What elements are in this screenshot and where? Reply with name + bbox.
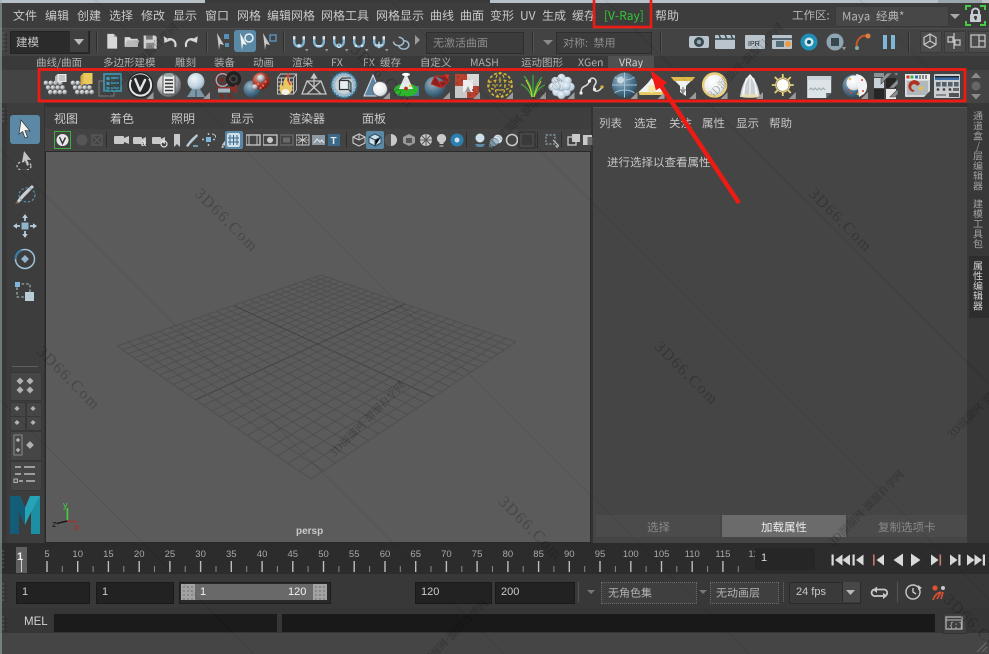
svg-text:75: 75 <box>472 549 483 560</box>
svg-text:35: 35 <box>226 549 237 560</box>
svg-text:70: 70 <box>441 549 452 560</box>
svg-text:y: y <box>63 500 68 510</box>
svg-text:55: 55 <box>349 549 360 560</box>
svg-text:80: 80 <box>503 549 514 560</box>
svg-text:110: 110 <box>685 549 700 560</box>
svg-text:65: 65 <box>410 549 421 560</box>
svg-text:20: 20 <box>134 549 145 560</box>
svg-text:T: T <box>331 136 337 147</box>
svg-text:15: 15 <box>103 549 114 560</box>
svg-text:50: 50 <box>318 549 329 560</box>
svg-text:z: z <box>52 519 57 529</box>
svg-text:105: 105 <box>654 549 670 560</box>
svg-text:40: 40 <box>257 549 268 560</box>
svg-text:a: a <box>141 138 147 148</box>
svg-text:30: 30 <box>195 549 206 560</box>
svg-text:115: 115 <box>715 549 730 560</box>
svg-text:25: 25 <box>165 549 176 560</box>
svg-text:12: 12 <box>748 549 755 560</box>
svg-text:100: 100 <box>623 549 639 560</box>
svg-text:5: 5 <box>44 549 49 560</box>
svg-text:x: x <box>74 523 79 532</box>
svg-text:95: 95 <box>595 549 606 560</box>
svg-text:60: 60 <box>380 549 391 560</box>
svg-text:10: 10 <box>72 549 83 560</box>
svg-text:45: 45 <box>288 549 299 560</box>
